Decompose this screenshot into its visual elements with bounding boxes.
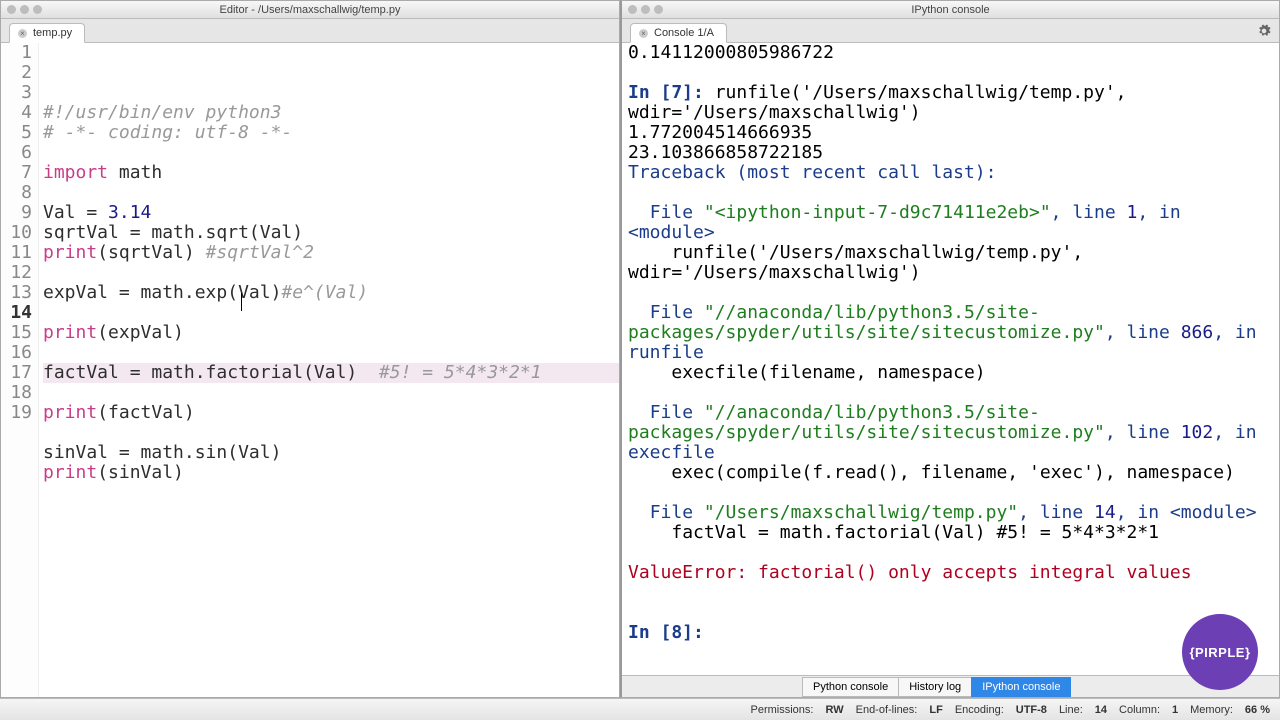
line-number: 2 — [1, 63, 32, 83]
pirple-badge: {PIRPLE} — [1182, 614, 1258, 690]
line-number: 15 — [1, 323, 32, 343]
editor-titlebar: Editor - /Users/maxschallwig/temp.py — [1, 1, 619, 19]
code-line[interactable]: factVal = math.factorial(Val) #5! = 5*4*… — [43, 363, 619, 383]
status-eol-value: LF — [929, 704, 942, 716]
line-number: 6 — [1, 143, 32, 163]
status-eol-label: End-of-lines: — [850, 704, 924, 716]
line-number: 19 — [1, 403, 32, 423]
line-number: 7 — [1, 163, 32, 183]
editor-title: Editor - /Users/maxschallwig/temp.py — [220, 4, 401, 16]
window-traffic-lights[interactable] — [7, 5, 42, 14]
status-permissions-value: RW — [825, 704, 843, 716]
code-editor[interactable]: 12345678910111213141516171819 #!/usr/bin… — [1, 43, 619, 697]
code-line[interactable] — [43, 343, 619, 363]
code-line[interactable] — [43, 143, 619, 163]
ipython-console[interactable]: 0.14112000805986722In [7]: runfile('/Use… — [622, 43, 1279, 675]
line-number: 3 — [1, 83, 32, 103]
status-line-label: Line: — [1053, 704, 1089, 716]
code-line[interactable]: import math — [43, 163, 619, 183]
line-number: 10 — [1, 223, 32, 243]
line-number: 13 — [1, 283, 32, 303]
code-line[interactable]: print(factVal) — [43, 403, 619, 423]
editor-tabbar: × temp.py — [1, 19, 619, 43]
status-line-value: 14 — [1095, 704, 1107, 716]
console-title: IPython console — [911, 4, 989, 16]
close-icon[interactable]: × — [639, 29, 648, 38]
status-column-value: 1 — [1172, 704, 1178, 716]
code-line[interactable] — [43, 423, 619, 443]
line-number: 16 — [1, 343, 32, 363]
editor-tab-label: temp.py — [33, 27, 72, 39]
tab-history-log[interactable]: History log — [898, 677, 972, 697]
code-line[interactable] — [43, 303, 619, 323]
line-number: 17 — [1, 363, 32, 383]
code-line[interactable]: print(sqrtVal) #sqrtVal^2 — [43, 243, 619, 263]
tab-ipython-console[interactable]: IPython console — [971, 677, 1071, 697]
status-memory-label: Memory: — [1184, 704, 1239, 716]
console-pane: IPython console × Console 1/A 0.14112000… — [620, 0, 1280, 698]
code-line[interactable]: print(expVal) — [43, 323, 619, 343]
code-line[interactable]: Val = 3.14 — [43, 203, 619, 223]
line-number: 18 — [1, 383, 32, 403]
line-number: 4 — [1, 103, 32, 123]
code-line[interactable]: print(sinVal) — [43, 463, 619, 483]
console-tab[interactable]: × Console 1/A — [630, 23, 727, 43]
code-line[interactable] — [43, 183, 619, 203]
line-number: 1 — [1, 43, 32, 63]
line-number: 5 — [1, 123, 32, 143]
console-tabbar: × Console 1/A — [622, 19, 1279, 43]
gear-icon[interactable] — [1257, 24, 1271, 38]
status-encoding-label: Encoding: — [949, 704, 1010, 716]
status-column-label: Column: — [1113, 704, 1166, 716]
tab-python-console[interactable]: Python console — [802, 677, 899, 697]
code-line[interactable]: #!/usr/bin/env python3 — [43, 103, 619, 123]
status-encoding-value: UTF-8 — [1016, 704, 1047, 716]
console-tab-label: Console 1/A — [654, 27, 714, 39]
code-line[interactable]: sinVal = math.sin(Val) — [43, 443, 619, 463]
code-line[interactable] — [43, 383, 619, 403]
code-area[interactable]: #!/usr/bin/env python3# -*- coding: utf-… — [39, 43, 619, 697]
line-number: 12 — [1, 263, 32, 283]
text-cursor — [241, 293, 242, 311]
close-icon[interactable]: × — [18, 29, 27, 38]
console-bottom-tabs: Python console History log IPython conso… — [622, 675, 1279, 697]
code-line[interactable]: expVal = math.exp(Val)#e^(Val) — [43, 283, 619, 303]
status-permissions-label: Permissions: — [745, 704, 820, 716]
editor-pane: Editor - /Users/maxschallwig/temp.py × t… — [0, 0, 620, 698]
window-traffic-lights[interactable] — [628, 5, 663, 14]
status-bar: Permissions: RW End-of-lines: LF Encodin… — [0, 698, 1280, 720]
line-number: 14 — [1, 303, 32, 323]
line-number: 8 — [1, 183, 32, 203]
code-line[interactable]: # -*- coding: utf-8 -*- — [43, 123, 619, 143]
code-line[interactable] — [43, 263, 619, 283]
code-line[interactable]: sqrtVal = math.sqrt(Val) — [43, 223, 619, 243]
console-titlebar: IPython console — [622, 1, 1279, 19]
line-number-gutter: 12345678910111213141516171819 — [1, 43, 39, 697]
line-number: 11 — [1, 243, 32, 263]
editor-tab-temp-py[interactable]: × temp.py — [9, 23, 85, 43]
line-number: 9 — [1, 203, 32, 223]
status-memory-value: 66 % — [1245, 704, 1270, 716]
